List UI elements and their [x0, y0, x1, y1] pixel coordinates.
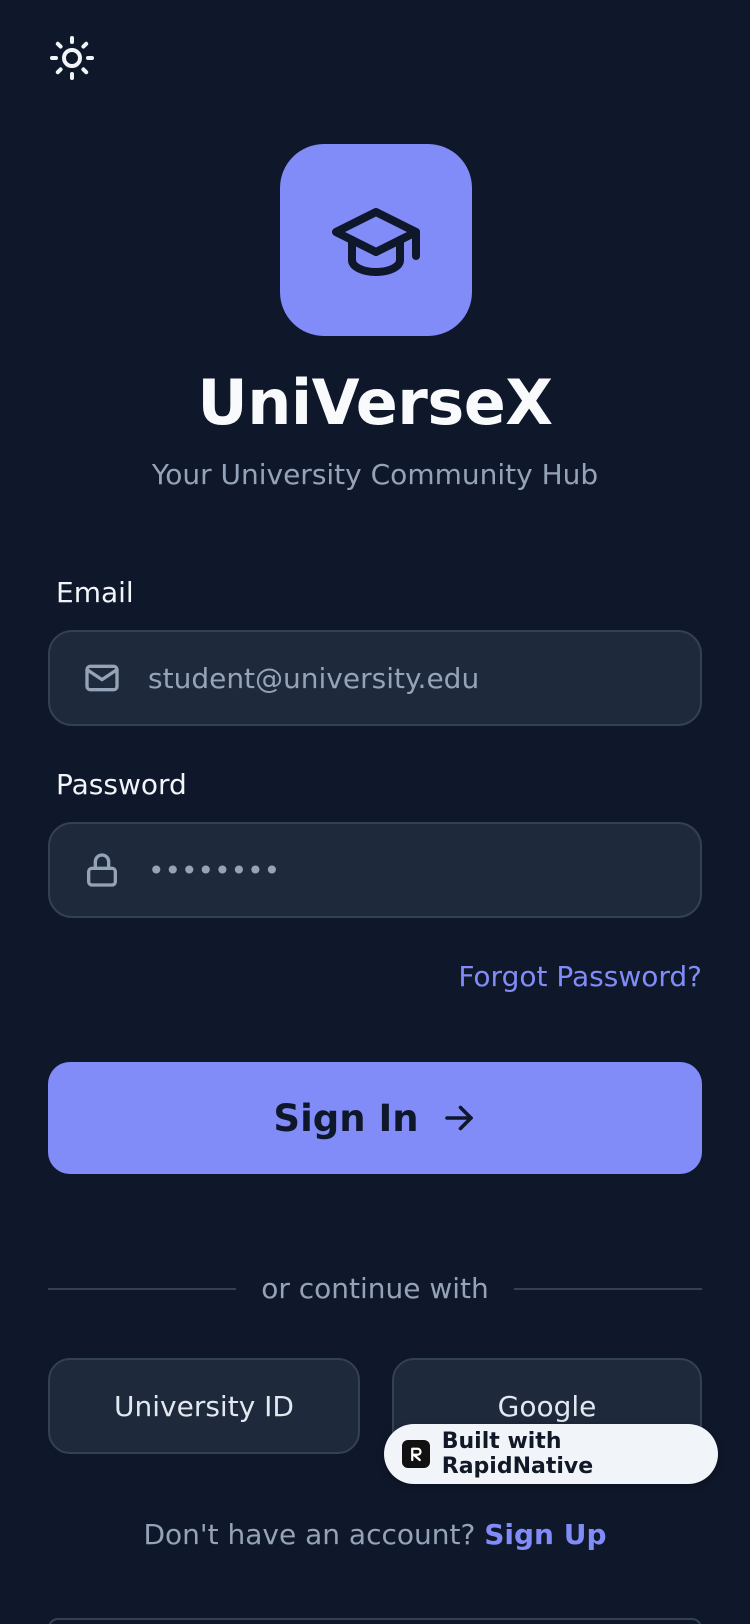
lock-icon — [87, 853, 117, 887]
university-id-button[interactable]: University ID — [48, 1358, 360, 1454]
sign-in-label: Sign In — [273, 1096, 419, 1140]
badge-label: Built with RapidNative — [441, 1429, 594, 1479]
sign-up-link[interactable]: Sign Up — [484, 1518, 606, 1551]
app-title: UniVerseX — [197, 366, 553, 439]
forgot-password-link[interactable]: Forgot Password? — [458, 960, 702, 993]
password-input[interactable] — [148, 853, 648, 887]
graduation-cap-icon — [332, 208, 420, 276]
signup-prompt: Don't have an account? Sign Up — [0, 1518, 750, 1551]
mail-icon — [85, 664, 119, 692]
sun-icon — [50, 36, 94, 80]
rapidnative-logo-icon — [402, 1440, 430, 1468]
built-with-badge[interactable]: Built with RapidNative — [384, 1424, 718, 1484]
password-field[interactable] — [48, 822, 702, 918]
arrow-right-icon — [444, 1105, 473, 1131]
signup-prompt-text: Don't have an account? — [143, 1518, 476, 1551]
app-logo — [280, 144, 472, 336]
email-input[interactable] — [148, 661, 648, 695]
password-label: Password — [56, 768, 187, 801]
email-field[interactable] — [48, 630, 702, 726]
next-section-edge — [48, 1618, 702, 1624]
login-screen: UniVerseX Your University Community Hub … — [0, 0, 750, 1624]
sign-in-button[interactable]: Sign In — [48, 1062, 702, 1174]
theme-toggle-button[interactable] — [44, 30, 100, 86]
app-subtitle: Your University Community Hub — [151, 458, 599, 491]
email-label: Email — [56, 576, 134, 609]
divider-right — [514, 1288, 702, 1290]
